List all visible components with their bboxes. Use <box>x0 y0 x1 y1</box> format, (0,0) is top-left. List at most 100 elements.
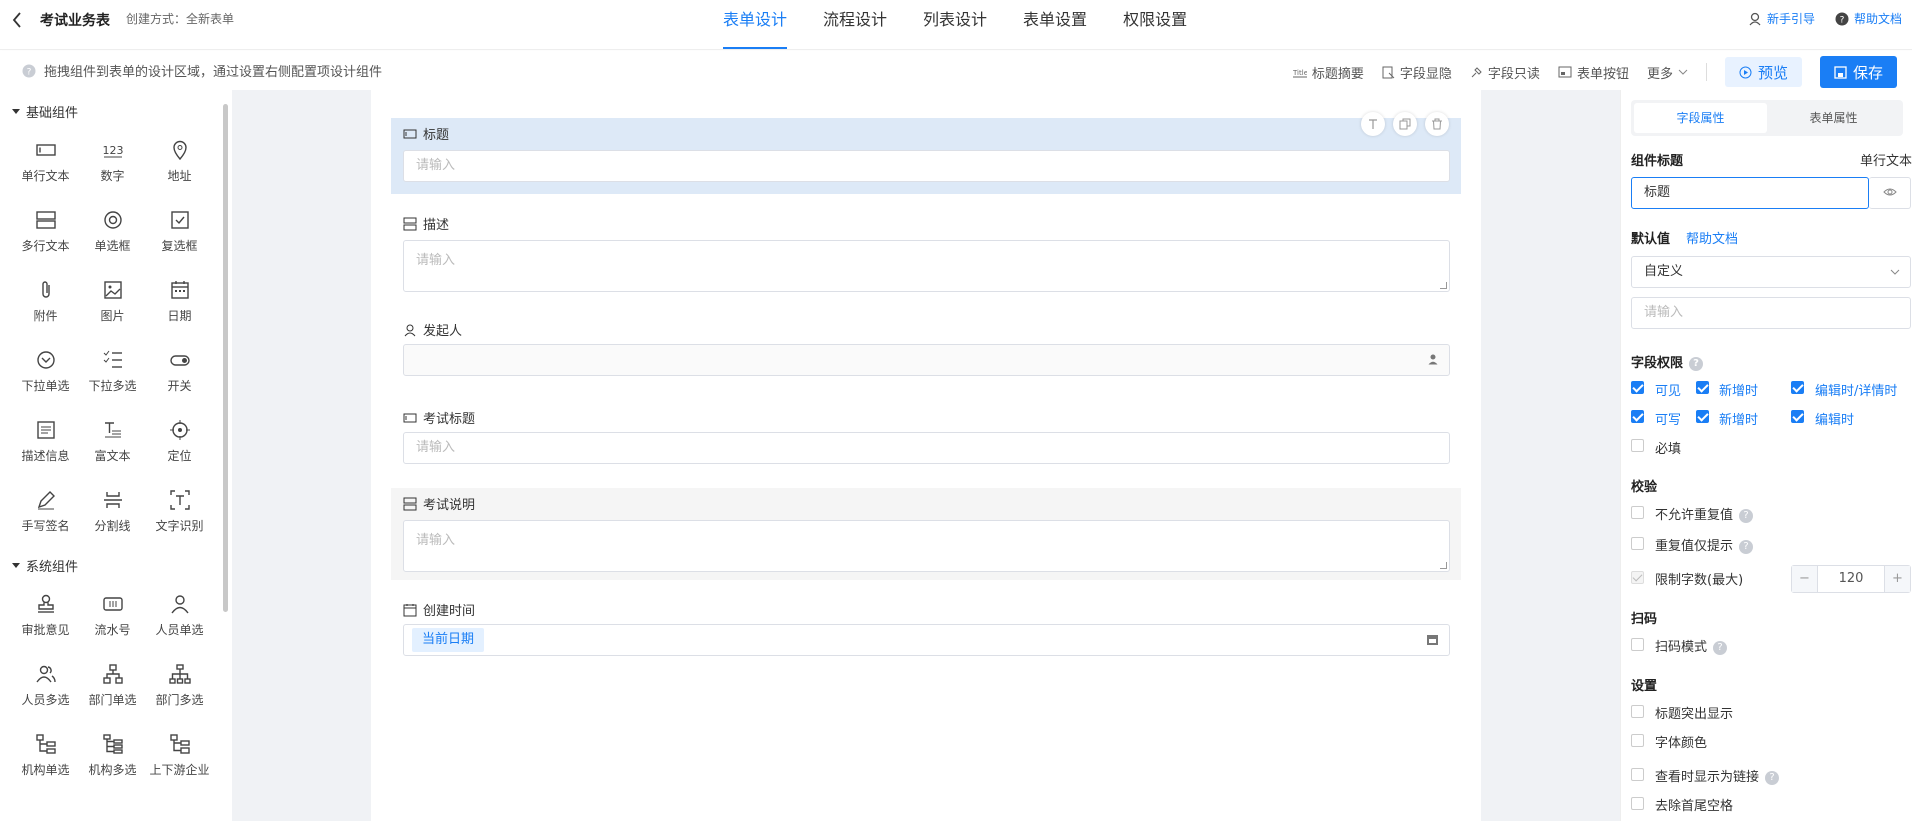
highlight-title-label: 标题突出显示 <box>1655 707 1734 722</box>
palette-item-label: 附件 <box>33 308 58 323</box>
title-summary-button[interactable]: Title 标题摘要 <box>1292 63 1364 82</box>
font-color-checkbox[interactable] <box>1631 734 1644 747</box>
pen-icon <box>35 489 57 511</box>
limit-chars-stepper[interactable]: − 120 + <box>1791 565 1911 593</box>
tab-permission-settings[interactable]: 权限设置 <box>1123 0 1187 50</box>
tab-form-properties[interactable]: 表单属性 <box>1767 103 1900 133</box>
calendar-icon <box>1426 633 1439 646</box>
field-visibility-button[interactable]: 字段显隐 <box>1382 63 1452 82</box>
checkbox-icon <box>169 209 191 231</box>
palette-item-crosshair[interactable]: 定位 <box>146 406 213 476</box>
scan-mode-checkbox[interactable] <box>1631 638 1644 651</box>
duplicate-hint-checkbox[interactable] <box>1631 537 1644 550</box>
basic-components-header[interactable]: 基础组件 <box>0 96 232 126</box>
palette-item-label: 描述信息 <box>21 448 70 463</box>
form-field[interactable]: 考试说明 请输入 <box>391 488 1461 580</box>
palette-item-paperclip[interactable]: 附件 <box>12 266 79 336</box>
exam-desc-textarea[interactable]: 请输入 <box>403 520 1450 572</box>
tab-field-properties[interactable]: 字段属性 <box>1634 103 1767 133</box>
duplicate-hint-label: 重复值仅提示? <box>1655 535 1754 554</box>
palette-item-multi-line-text[interactable]: 多行文本 <box>12 196 79 266</box>
initiator-input[interactable] <box>403 344 1450 376</box>
palette-item-institution[interactable]: 机构单选 <box>12 720 79 790</box>
visible-edit-checkbox[interactable] <box>1791 381 1804 394</box>
palette-item-serial-number[interactable]: 流水号 <box>79 580 146 650</box>
writable-new-checkbox[interactable] <box>1696 410 1709 423</box>
form-field-selected[interactable]: 标题 请输入 <box>391 112 1461 194</box>
description-textarea[interactable]: 请输入 <box>403 240 1450 292</box>
tab-form-settings[interactable]: 表单设置 <box>1023 0 1087 50</box>
trim-spaces-checkbox[interactable] <box>1631 797 1644 810</box>
palette-item-dropdown-single[interactable]: 下拉单选 <box>12 336 79 406</box>
palette-item-pen[interactable]: 手写签名 <box>12 476 79 546</box>
palette-item-institution-multi[interactable]: 机构多选 <box>79 720 146 790</box>
help-icon: ? <box>1713 640 1728 655</box>
palette-item-label: 多行文本 <box>21 238 70 253</box>
component-title-input[interactable]: 标题 <box>1631 177 1869 209</box>
field-readonly-button[interactable]: 字段只读 <box>1470 63 1540 82</box>
tab-list-design[interactable]: 列表设计 <box>923 0 987 50</box>
back-arrow-icon[interactable] <box>10 10 24 30</box>
help-doc-link[interactable]: 帮助文档 <box>1686 228 1738 247</box>
multi-line-text-icon <box>35 209 57 231</box>
guide-link[interactable]: 新手引导 <box>1748 10 1815 27</box>
help-doc-link[interactable]: ? 帮助文档 <box>1835 10 1902 27</box>
palette-item-switch[interactable]: 开关 <box>146 336 213 406</box>
default-mode-select[interactable]: 自定义 <box>1631 256 1911 288</box>
default-value-input[interactable]: 请输入 <box>1631 297 1911 329</box>
form-field[interactable]: 发起人 <box>391 318 1461 378</box>
palette-item-number[interactable]: 123 数字 <box>79 126 146 196</box>
increment-button[interactable]: + <box>1884 566 1910 592</box>
palette-item-dropdown-multi[interactable]: 下拉多选 <box>79 336 146 406</box>
palette-item-rich-text[interactable]: 富文本 <box>79 406 146 476</box>
palette-item-checkbox[interactable]: 复选框 <box>146 196 213 266</box>
eye-icon <box>1882 186 1897 198</box>
limit-chars-checkbox[interactable] <box>1631 571 1644 584</box>
text-format-icon[interactable] <box>1361 112 1385 136</box>
palette-scrollbar[interactable] <box>223 104 228 612</box>
title-input[interactable]: 请输入 <box>403 150 1450 182</box>
required-checkbox[interactable] <box>1631 439 1644 452</box>
palette-item-person[interactable]: 人员单选 <box>146 580 213 650</box>
palette-item-single-line-text[interactable]: 单行文本 <box>12 126 79 196</box>
show-as-link-checkbox[interactable] <box>1631 768 1644 781</box>
writable-edit-checkbox[interactable] <box>1791 410 1804 423</box>
copy-icon[interactable] <box>1393 112 1417 136</box>
delete-icon[interactable] <box>1425 112 1449 136</box>
palette-item-radio[interactable]: 单选框 <box>79 196 146 266</box>
save-button[interactable]: 保存 <box>1819 56 1897 88</box>
palette-item-stamp[interactable]: 审批意见 <box>12 580 79 650</box>
exam-title-input[interactable]: 请输入 <box>403 432 1450 464</box>
no-duplicate-text: 不允许重复值 <box>1655 508 1734 523</box>
palette-item-description[interactable]: 描述信息 <box>12 406 79 476</box>
writable-checkbox[interactable] <box>1631 410 1644 423</box>
created-time-input[interactable]: 当前日期 <box>403 624 1450 656</box>
palette-item-enterprise[interactable]: 上下游企业 <box>146 720 213 790</box>
no-duplicate-checkbox[interactable] <box>1631 506 1644 519</box>
form-buttons-button[interactable]: 表单按钮 <box>1558 63 1629 82</box>
palette-item-org-tree-multi[interactable]: 部门多选 <box>146 650 213 720</box>
visibility-toggle[interactable] <box>1869 177 1911 209</box>
palette-item-org-tree[interactable]: 部门单选 <box>79 650 146 720</box>
visible-new-checkbox[interactable] <box>1696 381 1709 394</box>
palette-item-people[interactable]: 人员多选 <box>12 650 79 720</box>
palette-item-location-pin[interactable]: 地址 <box>146 126 213 196</box>
more-dropdown[interactable]: 更多 <box>1647 63 1688 82</box>
form-field[interactable]: 创建时间 当前日期 <box>391 598 1461 658</box>
palette-item-divider[interactable]: 分割线 <box>79 476 146 546</box>
palette-item-calendar[interactable]: 日期 <box>146 266 213 336</box>
highlight-title-checkbox[interactable] <box>1631 705 1644 718</box>
tab-flow-design[interactable]: 流程设计 <box>823 0 887 50</box>
palette-item-ocr[interactable]: 文字识别 <box>146 476 213 546</box>
palette-item-image[interactable]: 图片 <box>79 266 146 336</box>
decrement-button[interactable]: − <box>1792 566 1818 592</box>
visible-checkbox[interactable] <box>1631 381 1644 394</box>
form-field[interactable]: 描述 请输入 <box>391 212 1461 292</box>
basic-components-grid: 单行文本 123 数字 地址多行文本 单选框 复选框附件 图片 日期 下拉单选 下拉多选 开关描述信… <box>0 126 232 546</box>
tab-form-design[interactable]: 表单设计 <box>723 0 788 50</box>
system-components-header[interactable]: 系统组件 <box>0 550 232 580</box>
palette-item-label: 开关 <box>167 378 192 393</box>
toolbar-hint: 拖拽组件到表单的设计区域，通过设置右侧配置项设计组件 <box>44 65 383 80</box>
preview-button[interactable]: 预览 <box>1724 57 1802 87</box>
form-field[interactable]: 考试标题 请输入 <box>391 406 1461 466</box>
